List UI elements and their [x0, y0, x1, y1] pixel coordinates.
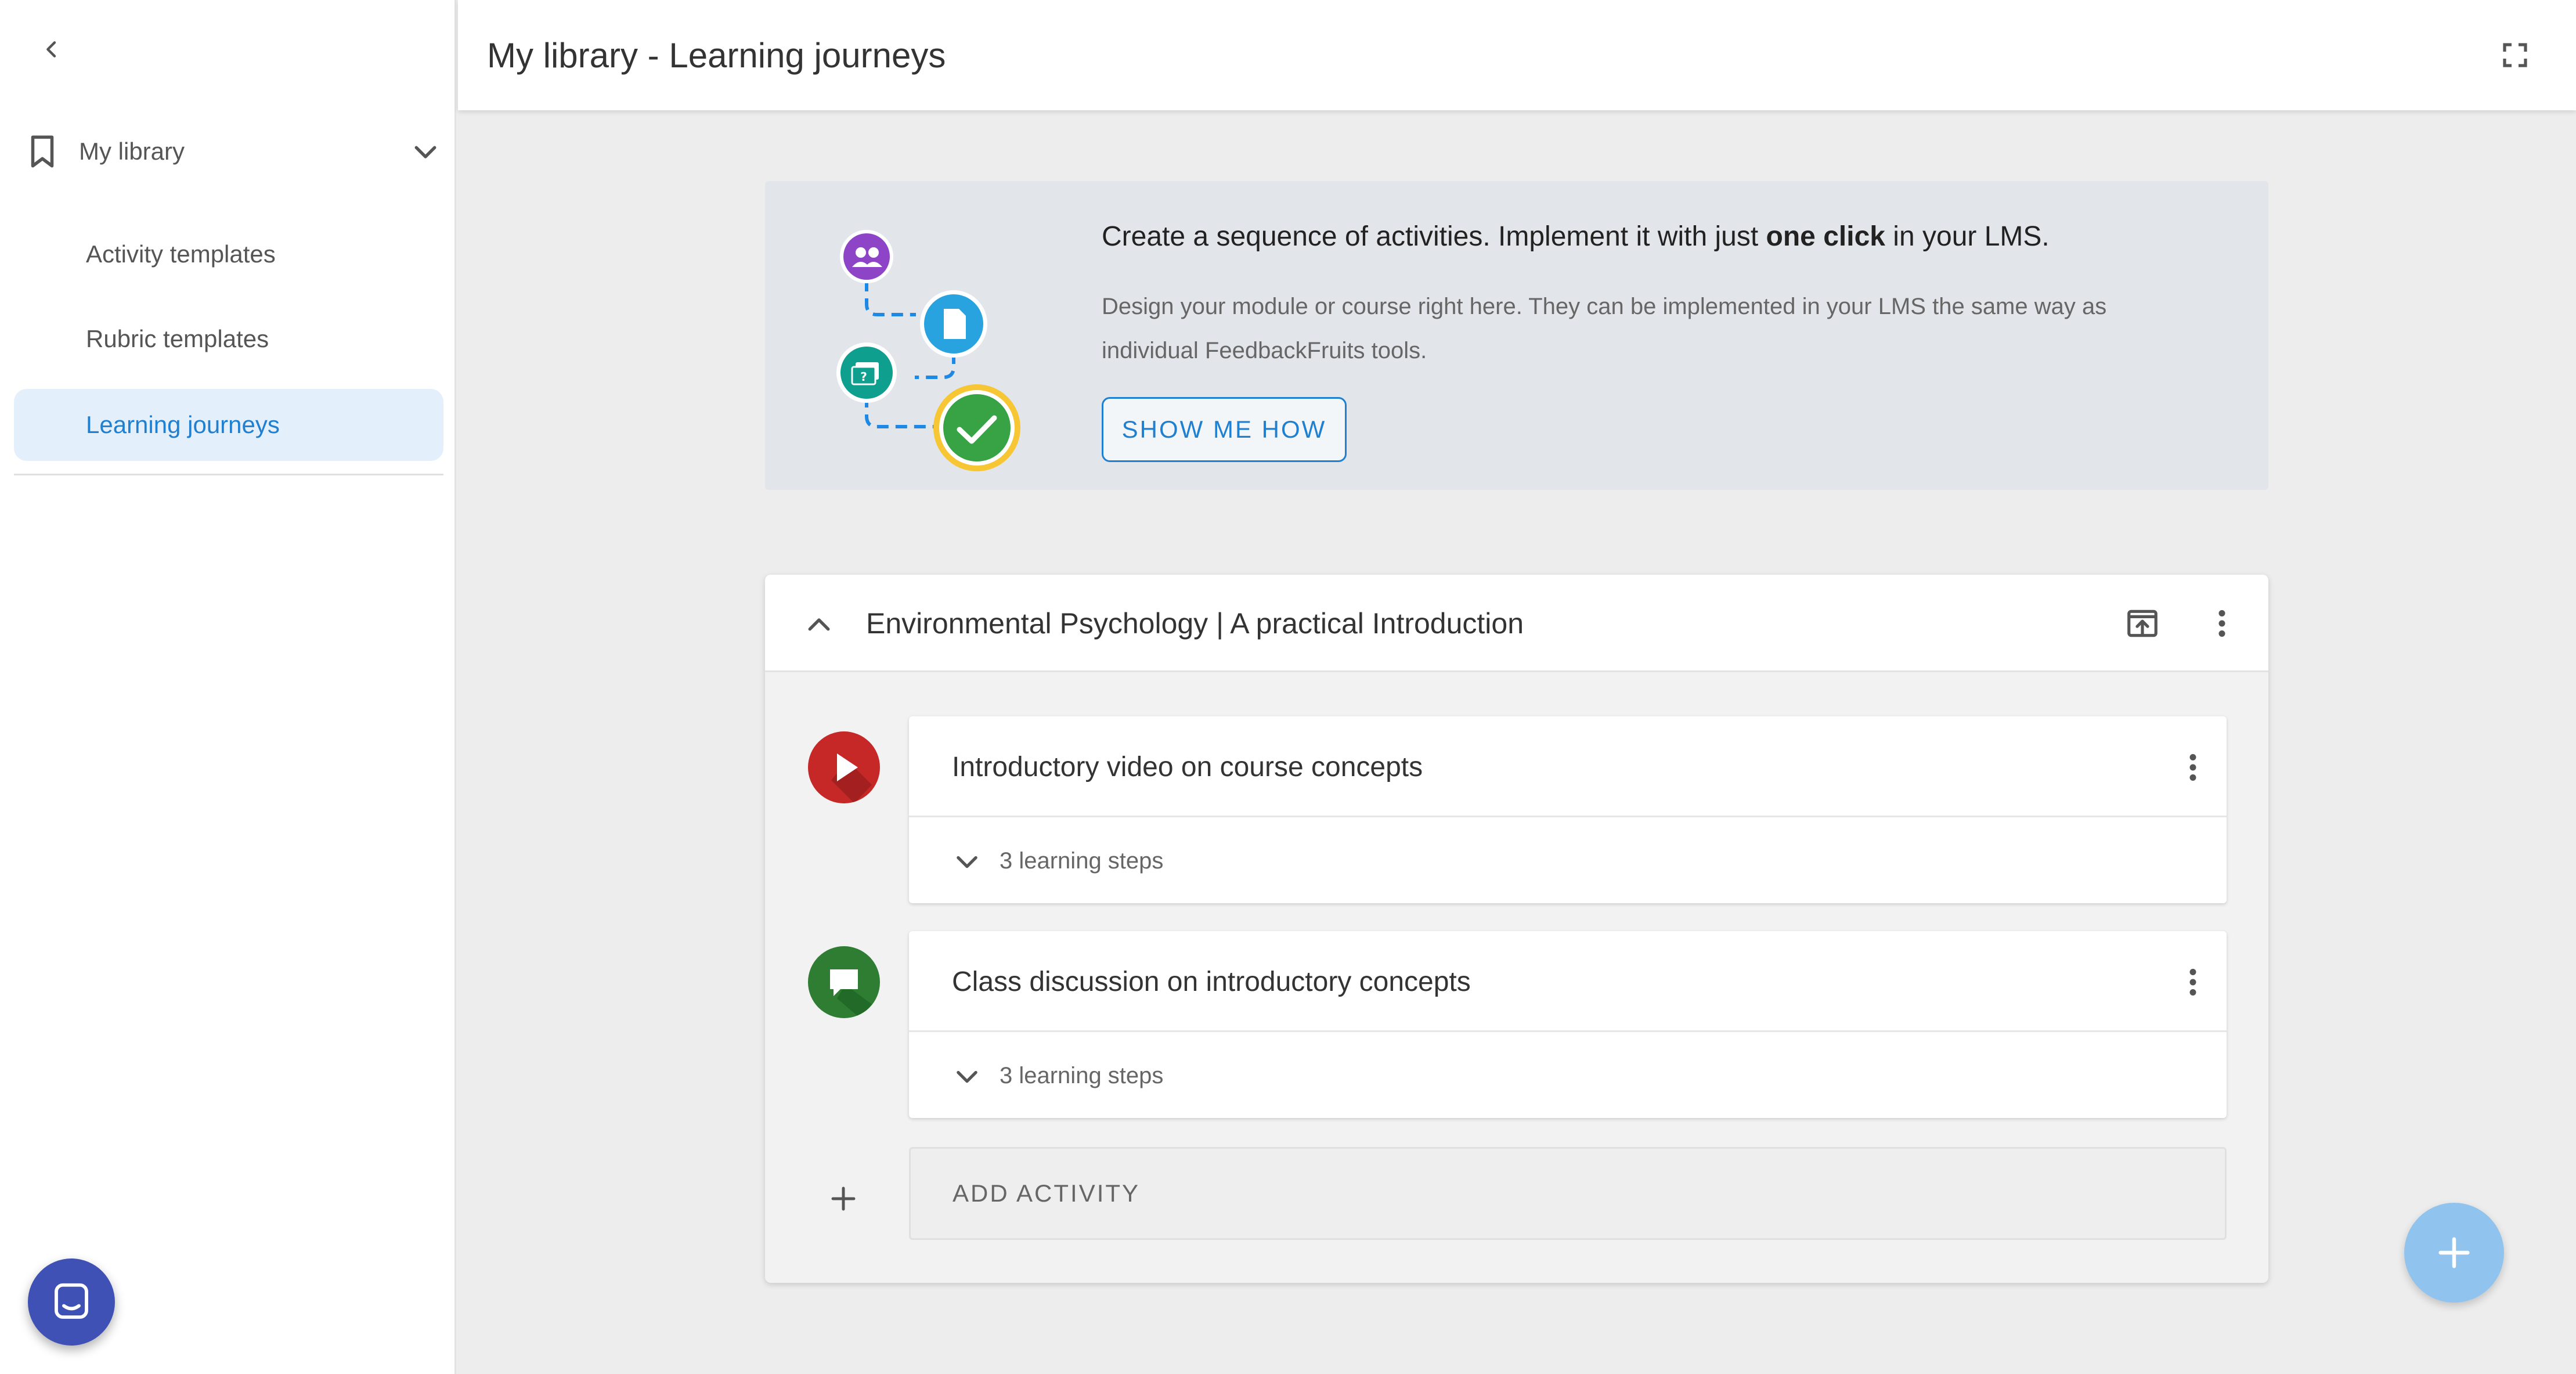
chevron-down-icon	[414, 146, 436, 158]
group-icon	[840, 230, 893, 283]
activity-card: Introductory video on course concepts 3 …	[909, 716, 2227, 903]
banner-headline-bold: one click	[1766, 221, 1885, 252]
learning-steps-label: 3 learning steps	[1000, 848, 1164, 874]
sidebar-item-rubric-templates[interactable]: Rubric templates	[14, 303, 443, 375]
journey-illustration: ?	[836, 230, 1020, 471]
sidebar-item-label: Rubric templates	[86, 325, 269, 352]
add-activity-plus[interactable]	[823, 1178, 864, 1219]
svg-text:?: ?	[860, 370, 867, 384]
chat-button[interactable]	[28, 1258, 115, 1346]
learning-steps-toggle[interactable]: 3 learning steps	[909, 1034, 2227, 1118]
fullscreen-button[interactable]	[2495, 35, 2535, 75]
more-vert-icon	[2189, 969, 2196, 996]
chat-icon	[55, 1283, 88, 1319]
more-vert-icon	[2189, 754, 2196, 781]
document-icon	[920, 290, 987, 358]
more-vert-icon	[2218, 610, 2225, 637]
chevron-down-icon	[957, 1070, 977, 1083]
journey-header: Environmental Psychology | A practical I…	[765, 575, 2268, 672]
sidebar-item-label: Activity templates	[86, 240, 276, 268]
chevron-up-icon	[808, 618, 830, 631]
page-title: My library - Learning journeys	[487, 35, 946, 75]
learning-journey-banner: ? Create a sequence of activities. Imple…	[765, 181, 2268, 490]
my-library-label: My library	[79, 138, 185, 165]
fullscreen-icon	[2503, 43, 2527, 67]
sidebar-item-label: Learning journeys	[86, 411, 280, 438]
sidebar: My library Activity templates Rubric tem…	[0, 0, 456, 1374]
play-icon	[808, 731, 880, 803]
plus-icon	[831, 1187, 856, 1211]
export-icon	[2127, 610, 2158, 637]
add-activity-button[interactable]: ADD ACTIVITY	[909, 1147, 2227, 1240]
top-header: My library - Learning journeys	[458, 0, 2576, 110]
sidebar-divider	[14, 474, 443, 475]
activity-title: Class discussion on introductory concept…	[952, 966, 1471, 997]
back-button[interactable]	[31, 29, 72, 70]
plus-icon	[2438, 1237, 2470, 1268]
learning-journey-card: Environmental Psychology | A practical I…	[765, 575, 2268, 1283]
activity-title-row: Introductory video on course concepts	[909, 716, 2227, 817]
sidebar-item-learning-journeys[interactable]: Learning journeys	[14, 389, 443, 461]
learning-steps-label: 3 learning steps	[1000, 1063, 1164, 1088]
check-icon	[933, 384, 1020, 471]
banner-headline: Create a sequence of activities. Impleme…	[1102, 221, 2050, 252]
activity-title: Introductory video on course concepts	[952, 751, 1423, 782]
export-journey-button[interactable]	[2120, 601, 2164, 645]
my-library-toggle[interactable]: My library	[23, 128, 441, 175]
activity-card: Class discussion on introductory concept…	[909, 931, 2227, 1118]
journey-more-button[interactable]	[2205, 601, 2239, 645]
banner-description: Design your module or course right here.…	[1102, 294, 2107, 363]
show-me-how-button[interactable]: SHOW ME HOW	[1102, 397, 1347, 462]
learning-steps-toggle[interactable]: 3 learning steps	[909, 819, 2227, 903]
create-journey-fab[interactable]	[2404, 1203, 2504, 1303]
activity-title-row: Class discussion on introductory concept…	[909, 931, 2227, 1032]
activity-more-button[interactable]	[2175, 745, 2210, 789]
chevron-left-icon	[46, 41, 56, 57]
journey-title: Environmental Psychology | A practical I…	[866, 607, 1524, 640]
activity-more-button[interactable]	[2175, 960, 2210, 1004]
sidebar-item-activity-templates[interactable]: Activity templates	[14, 218, 443, 290]
quiz-icon: ?	[836, 342, 897, 403]
collapse-journey-button[interactable]	[799, 605, 839, 645]
bookmark-icon	[31, 135, 54, 168]
chevron-down-icon	[957, 856, 977, 868]
discussion-icon	[808, 946, 880, 1018]
